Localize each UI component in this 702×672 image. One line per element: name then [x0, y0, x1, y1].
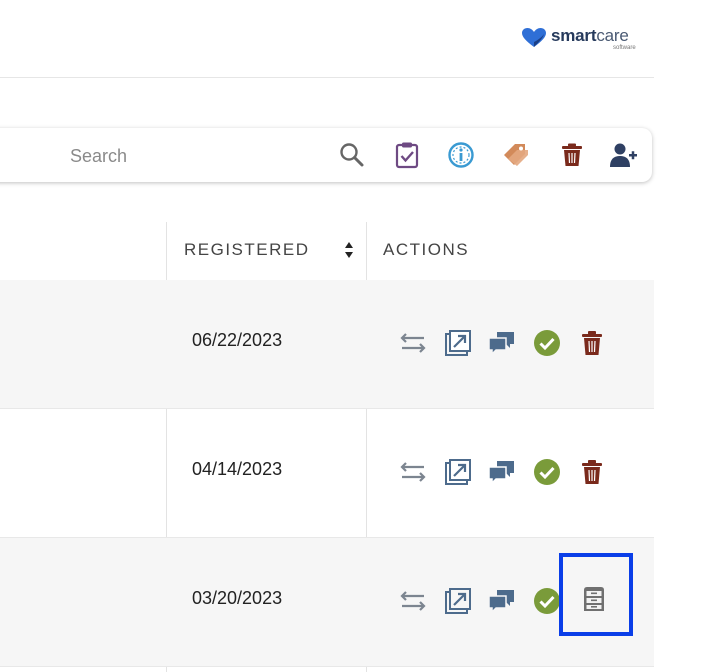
- heart-logo-icon: [522, 28, 546, 47]
- sort-icon[interactable]: [343, 239, 355, 261]
- table-row: 04/14/2023: [0, 409, 654, 538]
- approve-check-icon[interactable]: [532, 586, 562, 616]
- logo-word-care: care: [596, 26, 629, 45]
- approve-check-icon[interactable]: [532, 457, 562, 487]
- table-row: 03/20/2023: [0, 538, 654, 667]
- search-input[interactable]: Search: [70, 146, 127, 167]
- column-header-registered[interactable]: REGISTERED: [184, 240, 310, 260]
- approve-check-icon[interactable]: [532, 328, 562, 358]
- trash-icon[interactable]: [558, 141, 586, 169]
- comments-icon[interactable]: [487, 586, 517, 616]
- transfer-icon[interactable]: [398, 457, 428, 487]
- add-user-icon[interactable]: [610, 141, 638, 169]
- comments-icon[interactable]: [487, 328, 517, 358]
- registered-date: 03/20/2023: [192, 588, 283, 608]
- open-external-icon[interactable]: [443, 457, 473, 487]
- info-gauge-icon[interactable]: [447, 141, 475, 169]
- tags-icon[interactable]: [502, 141, 530, 169]
- transfer-icon[interactable]: [398, 586, 428, 616]
- top-bar: smartcare software: [0, 0, 654, 78]
- clipboard-check-icon[interactable]: [393, 141, 421, 169]
- logo-wordmark: smartcare: [551, 26, 629, 46]
- archive-cabinet-icon[interactable]: [579, 584, 609, 614]
- smartcare-logo[interactable]: smartcare software: [522, 26, 652, 53]
- trash-icon[interactable]: [577, 328, 607, 358]
- toolbar: Search: [0, 128, 652, 182]
- registered-date: 04/14/2023: [192, 459, 283, 479]
- trash-icon[interactable]: [577, 457, 607, 487]
- open-external-icon[interactable]: [443, 328, 473, 358]
- table-header: REGISTERED ACTIONS: [0, 222, 654, 281]
- open-external-icon[interactable]: [443, 586, 473, 616]
- comments-icon[interactable]: [487, 457, 517, 487]
- search-icon[interactable]: [338, 141, 366, 169]
- table-row: 06/22/2023: [0, 280, 654, 409]
- registered-date: 06/22/2023: [192, 330, 283, 350]
- logo-word-smart: smart: [551, 26, 597, 45]
- logo-subtitle: software: [613, 45, 636, 51]
- transfer-icon[interactable]: [398, 328, 428, 358]
- registrations-table: REGISTERED ACTIONS 06/22/2023 04/14/2023…: [0, 222, 654, 672]
- column-header-actions: ACTIONS: [383, 240, 470, 259]
